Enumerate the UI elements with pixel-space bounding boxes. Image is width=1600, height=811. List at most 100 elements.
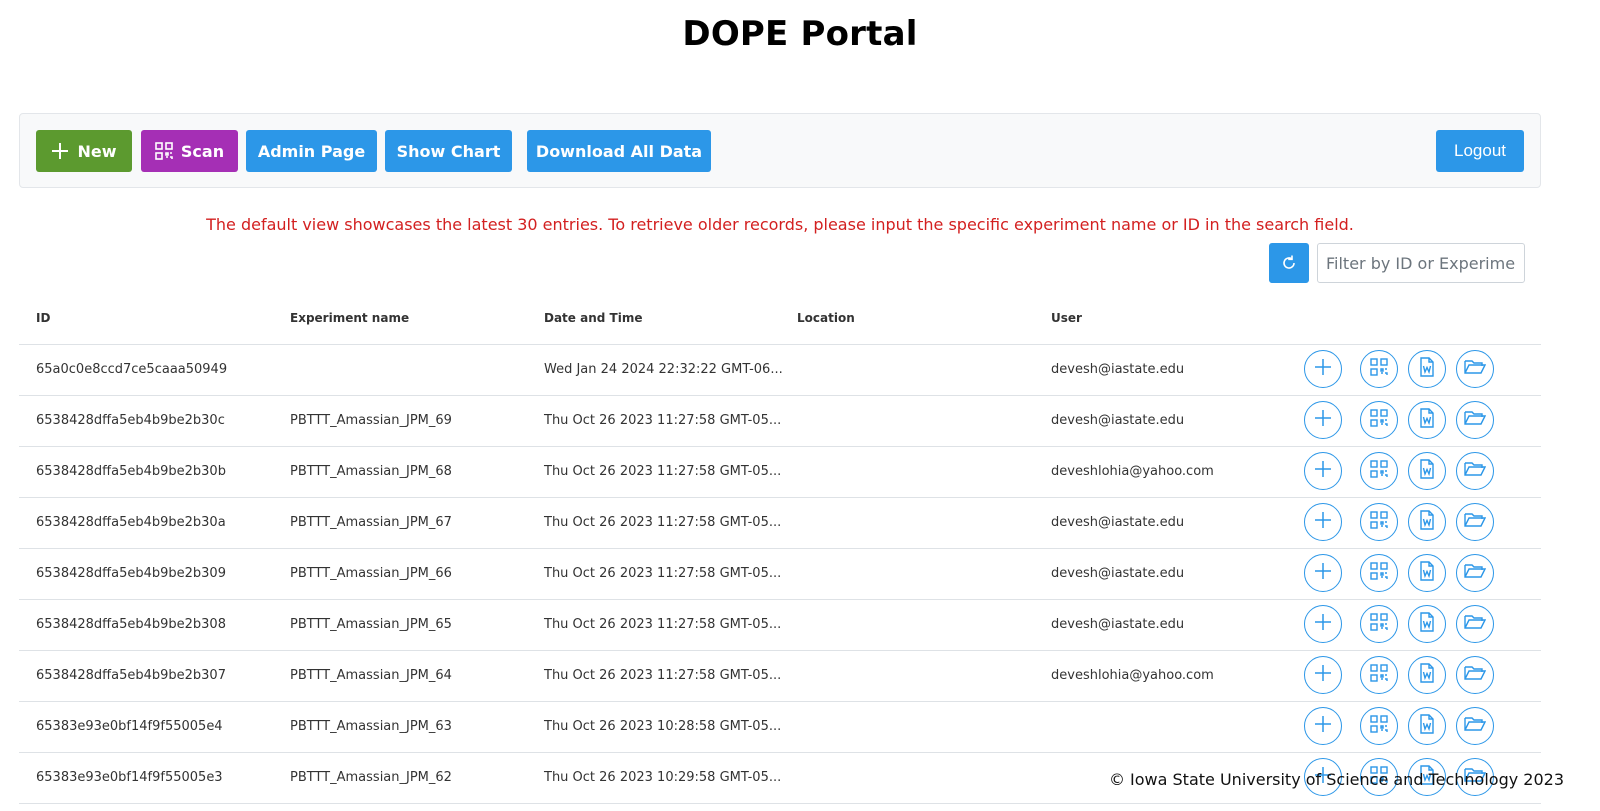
folder-open-icon: [1464, 613, 1487, 636]
plus-icon: [52, 143, 69, 159]
open-folder-button[interactable]: [1456, 656, 1494, 694]
word-document-icon: [1418, 356, 1436, 382]
show-chart-button[interactable]: Show Chart: [385, 130, 512, 172]
word-document-icon: [1418, 560, 1436, 586]
table-row[interactable]: 65a0c0e8ccd7ce5caaa50949 Wed Jan 24 2024 …: [19, 345, 1541, 396]
word-document-button[interactable]: [1408, 452, 1446, 490]
qr-code-icon: [1369, 561, 1389, 586]
word-document-icon: [1418, 407, 1436, 433]
qr-code-icon: [1369, 663, 1389, 688]
add-entry-button[interactable]: [1304, 503, 1342, 541]
open-folder-button[interactable]: [1456, 401, 1494, 439]
open-folder-button[interactable]: [1456, 554, 1494, 592]
column-header-location: Location: [797, 311, 855, 325]
qr-code-icon: [1369, 714, 1389, 739]
qr-code-button[interactable]: [1360, 554, 1398, 592]
open-folder-button[interactable]: [1456, 503, 1494, 541]
refresh-button[interactable]: [1269, 243, 1309, 283]
column-header-date: Date and Time: [544, 311, 643, 325]
table-row[interactable]: 6538428dffa5eb4b9be2b308 PBTTT_Amassian_J…: [19, 600, 1541, 651]
qr-code-icon: [1369, 510, 1389, 535]
add-entry-button[interactable]: [1304, 554, 1342, 592]
page-title: DOPE Portal: [682, 14, 918, 54]
toolbar: New Scan Admin Page Show Chart Download …: [19, 113, 1541, 188]
scan-button[interactable]: Scan: [141, 130, 238, 172]
add-entry-button[interactable]: [1304, 350, 1342, 388]
word-document-button[interactable]: [1408, 554, 1446, 592]
logout-button[interactable]: Logout: [1436, 130, 1524, 172]
word-document-icon: [1418, 611, 1436, 637]
cell-datetime: Thu Oct 26 2023 11:27:58 GMT-05...: [544, 515, 782, 530]
table-row[interactable]: 6538428dffa5eb4b9be2b307 PBTTT_Amassian_J…: [19, 651, 1541, 702]
folder-open-icon: [1464, 460, 1487, 483]
qr-code-icon: [155, 142, 173, 160]
plus-icon: [1312, 611, 1334, 638]
word-document-button[interactable]: [1408, 503, 1446, 541]
download-all-data-button[interactable]: Download All Data: [527, 130, 711, 172]
qr-code-icon: [1369, 357, 1389, 382]
open-folder-button[interactable]: [1456, 452, 1494, 490]
word-document-button[interactable]: [1408, 605, 1446, 643]
table-header: ID Experiment name Date and Time Locatio…: [19, 294, 1541, 345]
column-header-user: User: [1051, 311, 1082, 325]
column-header-id: ID: [36, 311, 51, 325]
qr-code-button[interactable]: [1360, 350, 1398, 388]
add-entry-button[interactable]: [1304, 707, 1342, 745]
word-document-button[interactable]: [1408, 401, 1446, 439]
open-folder-button[interactable]: [1456, 350, 1494, 388]
folder-open-icon: [1464, 562, 1487, 585]
refresh-icon: [1283, 255, 1295, 269]
qr-code-button[interactable]: [1360, 605, 1398, 643]
word-document-button[interactable]: [1408, 656, 1446, 694]
notice-message: The default view showcases the latest 30…: [206, 215, 1354, 234]
word-document-icon: [1418, 713, 1436, 739]
table-row[interactable]: 6538428dffa5eb4b9be2b30c PBTTT_Amassian_J…: [19, 396, 1541, 447]
new-button[interactable]: New: [36, 130, 132, 172]
cell-id: 6538428dffa5eb4b9be2b30c: [36, 413, 225, 428]
plus-icon: [1312, 458, 1334, 485]
add-entry-button[interactable]: [1304, 656, 1342, 694]
cell-experiment: PBTTT_Amassian_JPM_65: [290, 617, 452, 632]
plus-icon: [1312, 662, 1334, 689]
folder-open-icon: [1464, 511, 1487, 534]
cell-user: devesh@iastate.edu: [1051, 566, 1185, 581]
cell-datetime: Wed Jan 24 2024 22:32:22 GMT-06...: [544, 362, 783, 377]
cell-id: 65383e93e0bf14f9f55005e4: [36, 719, 223, 734]
cell-user: devesh@iastate.edu: [1051, 362, 1185, 377]
qr-code-button[interactable]: [1360, 452, 1398, 490]
plus-icon: [1312, 509, 1334, 536]
word-document-button[interactable]: [1408, 350, 1446, 388]
qr-code-button[interactable]: [1360, 503, 1398, 541]
plus-icon: [1312, 560, 1334, 587]
admin-page-button[interactable]: Admin Page: [246, 130, 377, 172]
qr-code-button[interactable]: [1360, 401, 1398, 439]
folder-open-icon: [1464, 409, 1487, 432]
table-row[interactable]: 6538428dffa5eb4b9be2b309 PBTTT_Amassian_J…: [19, 549, 1541, 600]
add-entry-button[interactable]: [1304, 401, 1342, 439]
cell-datetime: Thu Oct 26 2023 11:27:58 GMT-05...: [544, 413, 782, 428]
word-document-button[interactable]: [1408, 707, 1446, 745]
table-row[interactable]: 6538428dffa5eb4b9be2b30a PBTTT_Amassian_J…: [19, 498, 1541, 549]
qr-code-icon: [1369, 612, 1389, 637]
open-folder-button[interactable]: [1456, 707, 1494, 745]
word-document-icon: [1418, 458, 1436, 484]
table-row[interactable]: 65383e93e0bf14f9f55005e4 PBTTT_Amassian_J…: [19, 702, 1541, 753]
cell-experiment: PBTTT_Amassian_JPM_67: [290, 515, 452, 530]
experiments-table: ID Experiment name Date and Time Locatio…: [19, 294, 1541, 804]
table-row[interactable]: 6538428dffa5eb4b9be2b30b PBTTT_Amassian_J…: [19, 447, 1541, 498]
qr-code-button[interactable]: [1360, 656, 1398, 694]
search-input[interactable]: [1317, 243, 1525, 283]
footer-copyright: © Iowa State University of Science and T…: [1108, 770, 1564, 789]
folder-open-icon: [1464, 358, 1487, 381]
plus-icon: [1312, 356, 1334, 383]
qr-code-button[interactable]: [1360, 707, 1398, 745]
open-folder-button[interactable]: [1456, 605, 1494, 643]
folder-open-icon: [1464, 715, 1487, 738]
cell-user: deveshlohia@yahoo.com: [1051, 668, 1214, 683]
cell-id: 6538428dffa5eb4b9be2b30a: [36, 515, 226, 530]
plus-icon: [1312, 713, 1334, 740]
add-entry-button[interactable]: [1304, 452, 1342, 490]
add-entry-button[interactable]: [1304, 605, 1342, 643]
cell-experiment: PBTTT_Amassian_JPM_69: [290, 413, 452, 428]
cell-user: deveshlohia@yahoo.com: [1051, 464, 1214, 479]
